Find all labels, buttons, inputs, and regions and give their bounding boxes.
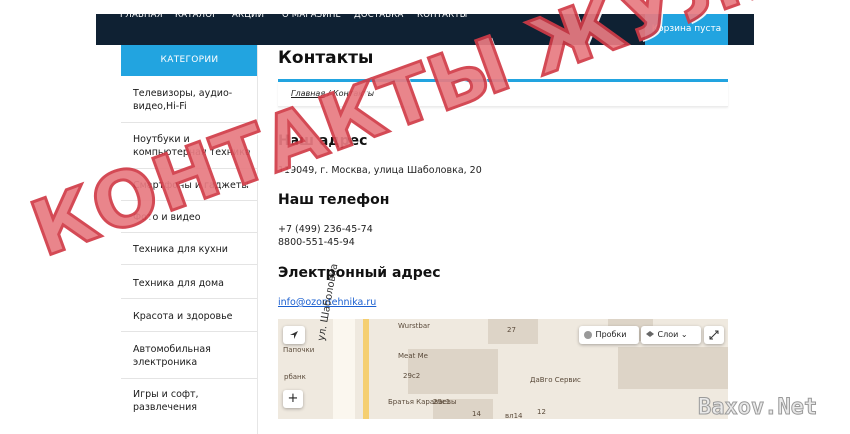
divider	[121, 298, 258, 299]
map-traffic-label: Пробки	[595, 330, 627, 339]
map-label: 29с1	[433, 398, 451, 406]
category-home[interactable]: Техника для дома	[133, 277, 255, 290]
categories-heading: КАТЕГОРИИ	[121, 45, 258, 76]
phone-heading: Наш телефон	[278, 192, 390, 208]
nav-delivery[interactable]: ДОСТАВКА	[354, 10, 404, 20]
map-layers-button[interactable]: Слои ⌄	[641, 326, 701, 344]
category-auto[interactable]: Автомобильная электроника	[133, 343, 255, 369]
map-label: 14	[472, 410, 481, 418]
map-traffic-button[interactable]: Пробки	[579, 326, 639, 344]
map-label: ДаВго Сервис	[530, 376, 581, 384]
category-kitchen[interactable]: Техника для кухни	[133, 243, 255, 256]
nav-about[interactable]: О МАГАЗИНЕ	[282, 10, 341, 20]
category-beauty[interactable]: Красота и здоровье	[133, 310, 255, 323]
layers-icon	[646, 330, 654, 337]
email-heading: Электронный адрес	[278, 265, 441, 281]
page-title: Контакты	[278, 48, 374, 68]
screenshot-root: ГЛАВНАЯ КАТАЛОГ АКЦИИ О МАГАЗИНЕ ДОСТАВК…	[0, 0, 850, 434]
map-label: 29с2	[403, 372, 421, 380]
nav-sales[interactable]: АКЦИИ	[232, 10, 264, 20]
phone-1: +7 (499) 236-45-74	[278, 224, 373, 235]
map-label: рбанк	[284, 373, 306, 381]
map-label: Meat Me	[398, 352, 428, 360]
map-label: 12	[537, 408, 546, 416]
category-tv-audio[interactable]: Телевизоры, аудио-видео,Hi-Fi	[133, 87, 255, 113]
map-road	[363, 319, 369, 419]
map-zoom-in-button[interactable]: +	[283, 390, 303, 408]
category-games[interactable]: Игры и софт, развлечения	[133, 388, 255, 414]
map-label: вл14	[505, 412, 523, 420]
chevron-down-icon: ⌄	[680, 330, 688, 339]
map-label: 27	[507, 326, 516, 334]
map-label: Wurstbar	[398, 322, 430, 330]
divider	[121, 331, 258, 332]
divider	[121, 378, 258, 379]
map-layers-label: Слои	[657, 330, 679, 339]
phone-2: 8800-551-45-94	[278, 237, 355, 248]
map-building	[618, 347, 728, 389]
map-locate-button[interactable]	[283, 326, 305, 344]
nav-contacts[interactable]: КОНТАКТЫ	[417, 10, 467, 20]
traffic-icon	[584, 330, 592, 339]
divider	[121, 264, 258, 265]
map-fullscreen-button[interactable]	[704, 326, 724, 344]
map-road	[333, 319, 355, 419]
arrow-icon	[290, 330, 298, 339]
site-watermark: Baxov.Net	[697, 395, 818, 421]
nav-home[interactable]: ГЛАВНАЯ	[120, 10, 163, 20]
expand-icon	[709, 330, 719, 339]
nav-catalog[interactable]: КАТАЛОГ	[175, 10, 218, 20]
map-label: Папочки	[283, 346, 315, 354]
